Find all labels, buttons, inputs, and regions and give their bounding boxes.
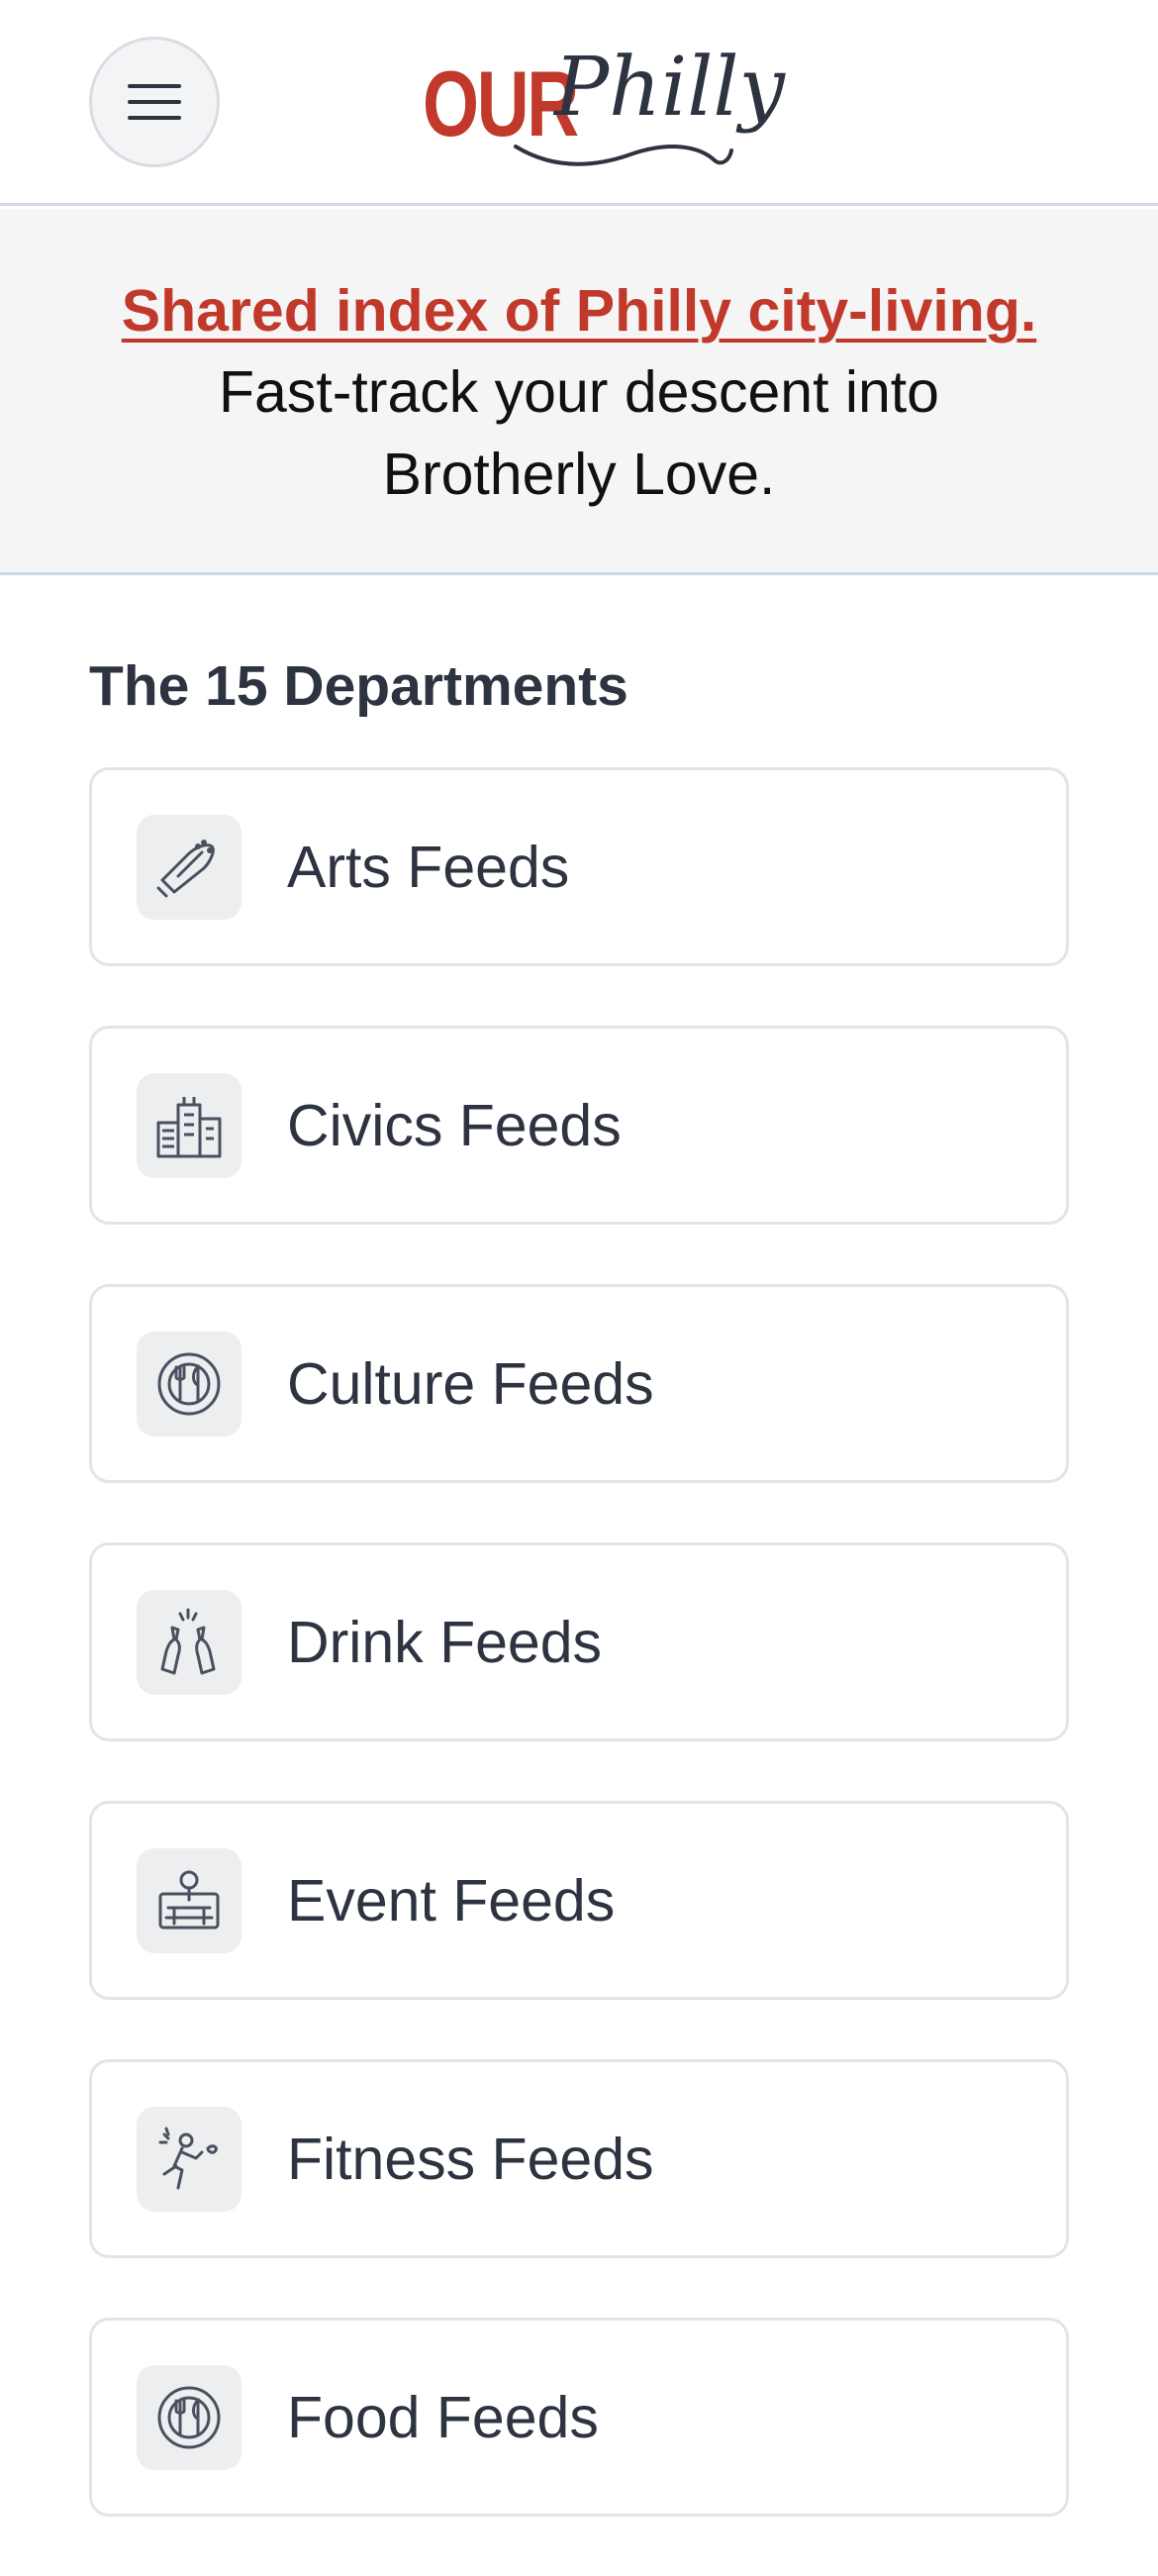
department-label: Food Feeds	[287, 2384, 599, 2450]
hamburger-icon	[128, 84, 181, 120]
menu-button[interactable]	[89, 37, 220, 167]
department-list: Arts Feeds Civics Feeds Culture Feeds Dr…	[89, 767, 1069, 2576]
plate-utensils-icon	[137, 2364, 241, 2470]
department-card-arts[interactable]: Arts Feeds	[89, 767, 1069, 966]
department-card-food[interactable]: Food Feeds	[89, 2318, 1069, 2517]
banner-tagline: Fast-track your descent into Brotherly L…	[219, 359, 939, 507]
department-card-civics[interactable]: Civics Feeds	[89, 1026, 1069, 1225]
runner-icon	[137, 2106, 241, 2212]
site-header: OUR Philly	[0, 0, 1158, 206]
department-card-event[interactable]: Event Feeds	[89, 1801, 1069, 2000]
department-label: Culture Feeds	[287, 1350, 654, 1417]
event-venue-icon	[137, 1847, 241, 1953]
department-card-culture[interactable]: Culture Feeds	[89, 1284, 1069, 1483]
section-title: The 15 Departments	[89, 654, 628, 718]
beer-bottles-icon	[137, 1589, 241, 1695]
department-label: Fitness Feeds	[287, 2126, 654, 2192]
city-buildings-icon	[137, 1072, 241, 1178]
logo-swoosh-icon	[514, 145, 733, 166]
department-label: Drink Feeds	[287, 1609, 603, 1675]
shared-index-link[interactable]: Shared index of Philly city-living.	[122, 270, 1037, 351]
department-card-drink[interactable]: Drink Feeds	[89, 1542, 1069, 1741]
department-label: Event Feeds	[287, 1867, 616, 1933]
plate-utensils-icon	[137, 1331, 241, 1437]
department-card-fitness[interactable]: Fitness Feeds	[89, 2059, 1069, 2258]
department-label: Arts Feeds	[287, 834, 570, 900]
department-label: Civics Feeds	[287, 1092, 622, 1158]
guitar-icon	[137, 814, 241, 920]
site-logo[interactable]: OUR Philly	[423, 48, 785, 174]
intro-banner: Shared index of Philly city-living. Fast…	[0, 209, 1158, 575]
